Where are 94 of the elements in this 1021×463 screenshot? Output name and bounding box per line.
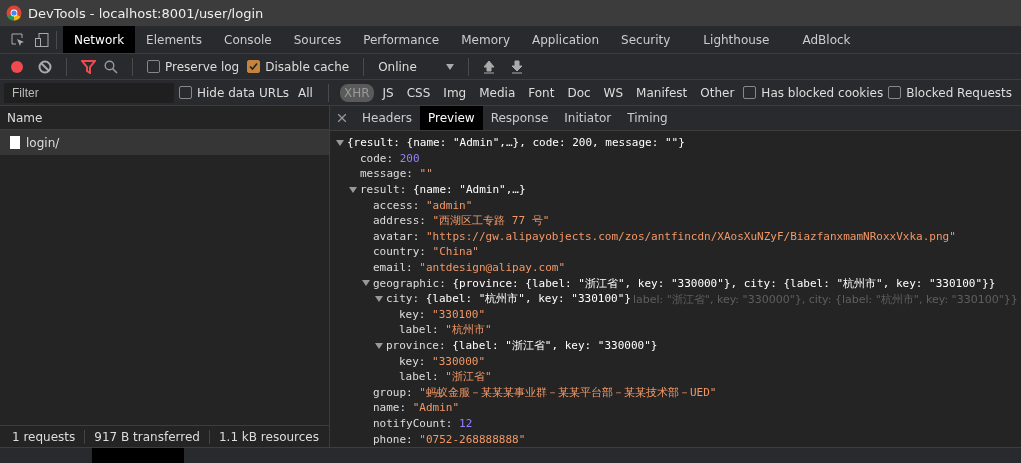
checkbox[interactable]: Disable cache <box>247 59 350 74</box>
panel-tab[interactable]: Lighthouse <box>681 26 792 53</box>
json-key: key: <box>399 354 426 368</box>
detail-tab[interactable]: Headers <box>354 106 420 130</box>
panel-tab[interactable]: Memory <box>450 26 521 53</box>
json-value: "蚂蚁金服－某某某事业群－某某平台部－某某技术部－UED" <box>419 384 717 400</box>
status-text: 1 requests <box>12 429 86 444</box>
panel-tab[interactable]: Performance <box>352 26 451 53</box>
json-value: "antdesign@alipay.com" <box>419 261 566 275</box>
json-key: key: <box>399 307 426 321</box>
panel-tab[interactable]: Sources <box>282 26 353 53</box>
checkbox[interactable]: Preserve log <box>147 59 240 74</box>
json-key: address: <box>373 214 426 228</box>
close-icon[interactable] <box>338 114 346 122</box>
json-key: code: <box>360 151 394 165</box>
panel-tab[interactable]: Application <box>521 26 611 53</box>
checkmark-icon <box>249 62 259 71</box>
json-value: "西湖区工专路 77 号" <box>432 213 550 229</box>
type-filter[interactable]: JS <box>378 83 398 102</box>
json-key: result: <box>360 183 407 197</box>
panel-tab[interactable]: Security <box>610 26 682 53</box>
json-key: label: <box>399 370 439 384</box>
json-summary: {label: "浙江省", key: "330000"} <box>452 338 658 353</box>
type-filter[interactable]: Font <box>524 83 559 102</box>
json-value: "杭州市" <box>445 322 492 338</box>
json-value: "Admin" <box>412 401 460 415</box>
expand-arrow-icon[interactable] <box>375 341 383 350</box>
json-key: phone: <box>373 432 413 446</box>
detail-tab[interactable]: Timing <box>619 106 676 130</box>
type-filter[interactable]: WS <box>599 83 628 102</box>
checkbox[interactable]: Hide data URLs <box>179 85 290 100</box>
json-value: 12 <box>459 417 473 430</box>
inspect-icon[interactable] <box>10 31 26 48</box>
json-summary: {province: {label: "浙江省", key: "330000"}, city: {label: "杭州市", key: "330100"}} <box>452 275 996 291</box>
device-icon[interactable] <box>34 31 50 48</box>
json-value: "admin" <box>425 198 473 212</box>
json-value: 200 <box>399 151 420 165</box>
document-icon <box>10 136 20 149</box>
json-key: geographic: <box>373 276 446 290</box>
window-title: DevTools - localhost:8001/user/login <box>28 5 264 21</box>
type-filter[interactable]: CSS <box>402 83 435 102</box>
download-icon[interactable] <box>511 59 524 74</box>
panel-tab[interactable]: Network <box>63 26 136 53</box>
request-row[interactable]: login/ <box>0 130 329 155</box>
browser-logo-icon <box>6 5 22 21</box>
type-filter[interactable]: Media <box>475 83 520 102</box>
panel-tab[interactable]: Elements <box>135 26 214 53</box>
type-filter[interactable]: Doc <box>563 83 595 102</box>
expand-arrow-icon[interactable] <box>375 294 383 303</box>
status-text: 1.1 kB resources <box>218 429 320 444</box>
expand-arrow-icon[interactable] <box>362 279 370 288</box>
caret-icon <box>446 63 455 70</box>
json-key: country: <box>373 245 426 259</box>
json-summary: {name: "Admin",…} <box>412 183 526 197</box>
detail-tab[interactable]: Preview <box>419 106 483 130</box>
json-value: "330000" <box>432 354 486 368</box>
throttling-dropdown[interactable]: Online <box>378 59 455 74</box>
json-value: "浙江省" <box>445 369 492 385</box>
panel-tab[interactable]: AdBlock <box>791 26 862 53</box>
json-value: "0752-268888888" <box>419 432 526 446</box>
json-key: notifyCount: <box>373 417 453 430</box>
json-value: "https://gw.alipayobjects.com/zos/antfincdn/XAosXuNZyF/BiazfanxmamNRoxxVxka.png" <box>425 229 956 243</box>
json-key: province: <box>386 339 446 352</box>
json-key: access: <box>373 198 420 212</box>
type-filter[interactable]: Img <box>439 83 471 102</box>
status-text: 917 B transferred <box>94 429 210 444</box>
json-summary: {result: {name: "Admin",…}, code: 200, message: ""} <box>347 136 685 150</box>
json-value: "China" <box>432 245 479 259</box>
expand-arrow-icon[interactable] <box>349 185 357 194</box>
record-button[interactable] <box>10 59 24 74</box>
expand-arrow-icon[interactable] <box>336 138 344 147</box>
json-key: label: <box>399 323 439 337</box>
json-key: name: <box>373 401 407 415</box>
panel-tab[interactable]: Console <box>213 26 283 53</box>
json-key: message: <box>360 167 413 181</box>
json-key: avatar: <box>373 229 420 243</box>
detail-tab[interactable]: Initiator <box>556 106 620 130</box>
type-filter[interactable]: Manifest <box>632 83 692 102</box>
type-filter[interactable]: All <box>294 83 317 102</box>
detail-tab[interactable]: Response <box>482 106 557 130</box>
filter-icon[interactable] <box>81 59 96 74</box>
clear-icon[interactable] <box>38 59 52 74</box>
json-value: "330100" <box>432 307 486 321</box>
json-key: city: <box>386 292 420 306</box>
type-filter[interactable]: Other <box>696 83 739 102</box>
json-key: email: <box>373 261 413 275</box>
search-icon[interactable] <box>104 59 118 74</box>
checkbox[interactable]: Has blocked cookies <box>743 85 884 100</box>
filter-field[interactable]: Filter <box>4 82 174 103</box>
json-key: group: <box>373 385 413 399</box>
json-value: "" <box>419 167 433 181</box>
upload-icon[interactable] <box>483 59 496 74</box>
checkbox[interactable]: Blocked Requests <box>888 85 1013 100</box>
json-summary: {label: "杭州市", key: "330100"} <box>425 291 631 307</box>
